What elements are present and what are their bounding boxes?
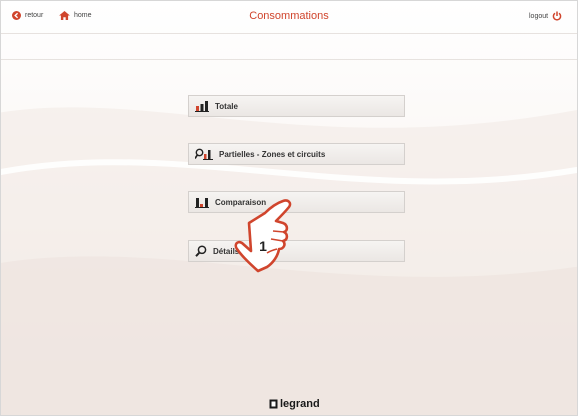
logout-label: logout [529,12,549,20]
totale-button[interactable]: Totale [188,95,405,117]
top-bar: retour home Consommations logout [1,1,577,33]
power-icon [552,11,562,21]
magnifier-icon [195,245,207,257]
partielles-button[interactable]: Partielles - Zones et circuits [188,143,405,165]
header-divider-lower [1,59,577,60]
logout-button[interactable]: logout [529,11,562,21]
bar-chart-icon [195,101,209,112]
comparison-chart-icon [195,198,209,208]
legrand-mark-icon [269,399,278,409]
totale-label: Totale [215,101,238,111]
search-chart-icon [195,148,213,160]
partielles-label: Partielles - Zones et circuits [219,149,326,159]
page-title: Consommations [249,10,329,22]
tap-gesture-hand-icon: 1 [234,199,292,273]
step-number: 1 [259,238,267,254]
app-frame: retour home Consommations logout Totale [0,0,578,416]
brand-name: legrand [280,398,320,410]
header-divider [1,33,577,34]
legrand-logo: legrand [269,398,320,410]
